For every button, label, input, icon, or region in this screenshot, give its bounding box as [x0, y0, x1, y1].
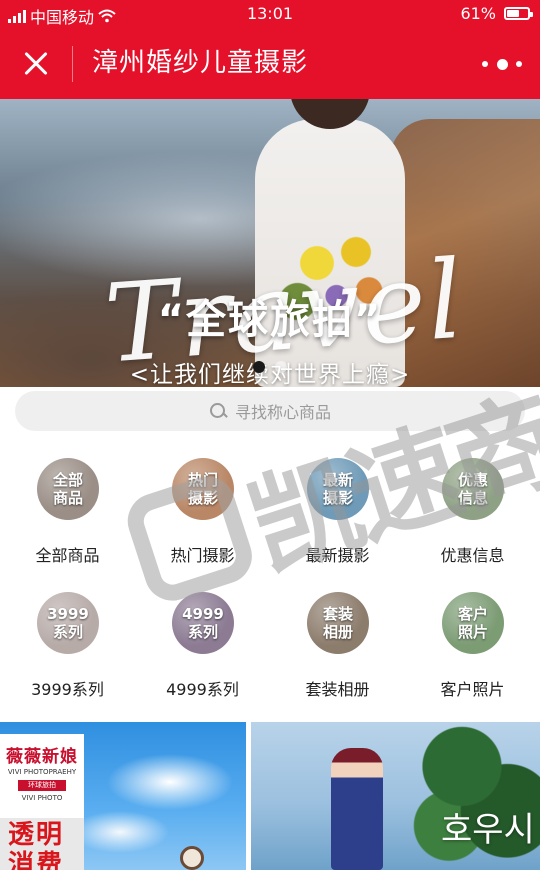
promo-couple	[331, 748, 383, 870]
category-label: 全部商品	[35, 546, 100, 565]
category-3999-series[interactable]: 3999系列 3999系列	[0, 580, 135, 700]
promo-person	[180, 846, 204, 870]
category-4999-series[interactable]: 4999系列 4999系列	[135, 580, 270, 700]
category-latest-photography[interactable]: 最新摄影 最新摄影	[270, 446, 405, 566]
category-album-package[interactable]: 套装相册 套装相册	[270, 580, 405, 700]
category-label: 热门摄影	[170, 546, 235, 565]
status-right: 61%	[460, 4, 533, 23]
battery-fill	[507, 10, 519, 17]
page-title: 漳州婚纱儿童摄影	[92, 48, 309, 78]
more-dots-icon[interactable]	[482, 52, 522, 76]
category-icon: 全部商品	[37, 458, 99, 520]
category-icon: 套装相册	[307, 592, 369, 654]
promo-images: 薇薇新娘 VIVI PHOTOPRAEHY 环球旅拍 VIVI PHOTO 透明…	[0, 722, 540, 870]
category-label: 优惠信息	[440, 546, 505, 565]
title-divider	[72, 46, 73, 82]
promo-script-text: 호우시	[441, 810, 535, 850]
status-time: 13:01	[246, 4, 294, 23]
category-customer-photos[interactable]: 客户照片 客户照片	[405, 580, 540, 700]
category-label: 客户照片	[440, 680, 505, 699]
title-bar: 漳州婚纱儿童摄影	[0, 28, 540, 99]
search-icon	[209, 402, 227, 420]
banner-headline: “全球旅拍”	[157, 297, 383, 343]
carousel-dots	[0, 361, 540, 373]
brand-tag: 环球旅拍	[18, 780, 66, 791]
category-label: 4999系列	[166, 680, 239, 699]
promo-image-left[interactable]: 薇薇新娘 VIVI PHOTOPRAEHY 环球旅拍 VIVI PHOTO 透明…	[0, 722, 246, 870]
category-discount-info[interactable]: 优惠信息 优惠信息	[405, 446, 540, 566]
category-icon: 最新摄影	[307, 458, 369, 520]
category-label: 最新摄影	[305, 546, 370, 565]
promo-image-right[interactable]: 호우시	[251, 722, 540, 870]
brand-logo: 薇薇新娘 VIVI PHOTOPRAEHY 环球旅拍 VIVI PHOTO 透明…	[0, 734, 84, 870]
carousel-dot[interactable]	[275, 361, 287, 373]
promo-box: 透明消费	[0, 818, 84, 870]
category-icon: 优惠信息	[442, 458, 504, 520]
brand-name-en-2: VIVI PHOTO	[21, 794, 63, 802]
category-all-products[interactable]: 全部商品 全部商品	[0, 446, 135, 566]
promo-text: 透明消费	[8, 820, 65, 870]
brand-name: 薇薇新娘	[6, 747, 78, 767]
category-icon: 4999系列	[172, 592, 234, 654]
category-icon: 3999系列	[37, 592, 99, 654]
status-bar: 中国移动 13:01 61%	[0, 0, 540, 28]
category-label: 3999系列	[31, 680, 104, 699]
category-label: 套装相册	[305, 680, 370, 699]
category-hot-photography[interactable]: 热门摄影 热门摄影	[135, 446, 270, 566]
banner-carousel[interactable]: Travel “全球旅拍” <让我们继续对世界上瘾>	[0, 99, 540, 387]
category-icon: 客户照片	[442, 592, 504, 654]
battery-icon	[504, 7, 533, 20]
search-placeholder: 寻找称心商品	[234, 403, 331, 422]
category-icon: 热门摄影	[172, 458, 234, 520]
battery-percent: 61%	[460, 4, 496, 23]
brand-name-en: VIVI PHOTOPRAEHY	[7, 768, 77, 776]
carousel-dot[interactable]	[253, 361, 265, 373]
close-icon[interactable]	[18, 46, 54, 82]
search-input[interactable]: 寻找称心商品	[15, 391, 525, 431]
